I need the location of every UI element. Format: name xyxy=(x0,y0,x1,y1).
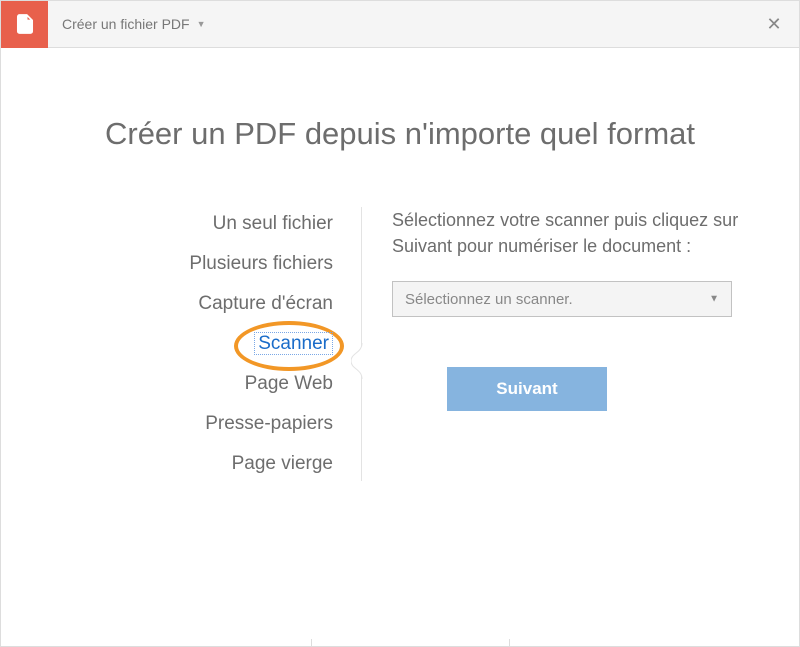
right-panel: Sélectionnez votre scanner puis cliquez … xyxy=(362,207,749,481)
sidebar-item-blank-page[interactable]: Page vierge xyxy=(232,447,333,481)
sidebar-item-clipboard[interactable]: Presse-papiers xyxy=(205,407,333,441)
next-button[interactable]: Suivant xyxy=(447,367,607,411)
divider-notch xyxy=(351,343,371,379)
scanner-dropdown[interactable]: Sélectionnez un scanner. ▼ xyxy=(392,281,732,317)
page-title: Créer un PDF depuis n'importe quel forma… xyxy=(51,116,749,152)
sidebar-item-scanner-label: Scanner xyxy=(254,332,333,355)
panel-instructions: Sélectionnez votre scanner puis cliquez … xyxy=(392,207,749,259)
sidebar-item-scanner[interactable]: Scanner xyxy=(254,327,333,361)
titlebar-dropdown[interactable]: Créer un fichier PDF ▼ xyxy=(48,16,206,32)
vertical-divider xyxy=(361,207,362,481)
sidebar-item-multiple-files[interactable]: Plusieurs fichiers xyxy=(189,247,333,281)
sidebar-item-screenshot[interactable]: Capture d'écran xyxy=(198,287,333,321)
sidebar-item-single-file[interactable]: Un seul fichier xyxy=(213,207,333,241)
titlebar-dropdown-label: Créer un fichier PDF xyxy=(62,16,190,32)
sidebar: Un seul fichier Plusieurs fichiers Captu… xyxy=(51,207,361,481)
sidebar-item-webpage[interactable]: Page Web xyxy=(245,367,333,401)
app-icon xyxy=(1,1,48,48)
file-pdf-icon xyxy=(14,13,36,35)
scanner-dropdown-placeholder: Sélectionnez un scanner. xyxy=(405,291,573,308)
titlebar: Créer un fichier PDF ▼ ✕ xyxy=(1,1,799,48)
chevron-down-icon: ▼ xyxy=(197,19,206,29)
close-button[interactable]: ✕ xyxy=(749,1,799,48)
bottom-rulers xyxy=(0,639,800,647)
close-icon: ✕ xyxy=(766,14,781,35)
chevron-down-icon: ▼ xyxy=(709,294,719,305)
